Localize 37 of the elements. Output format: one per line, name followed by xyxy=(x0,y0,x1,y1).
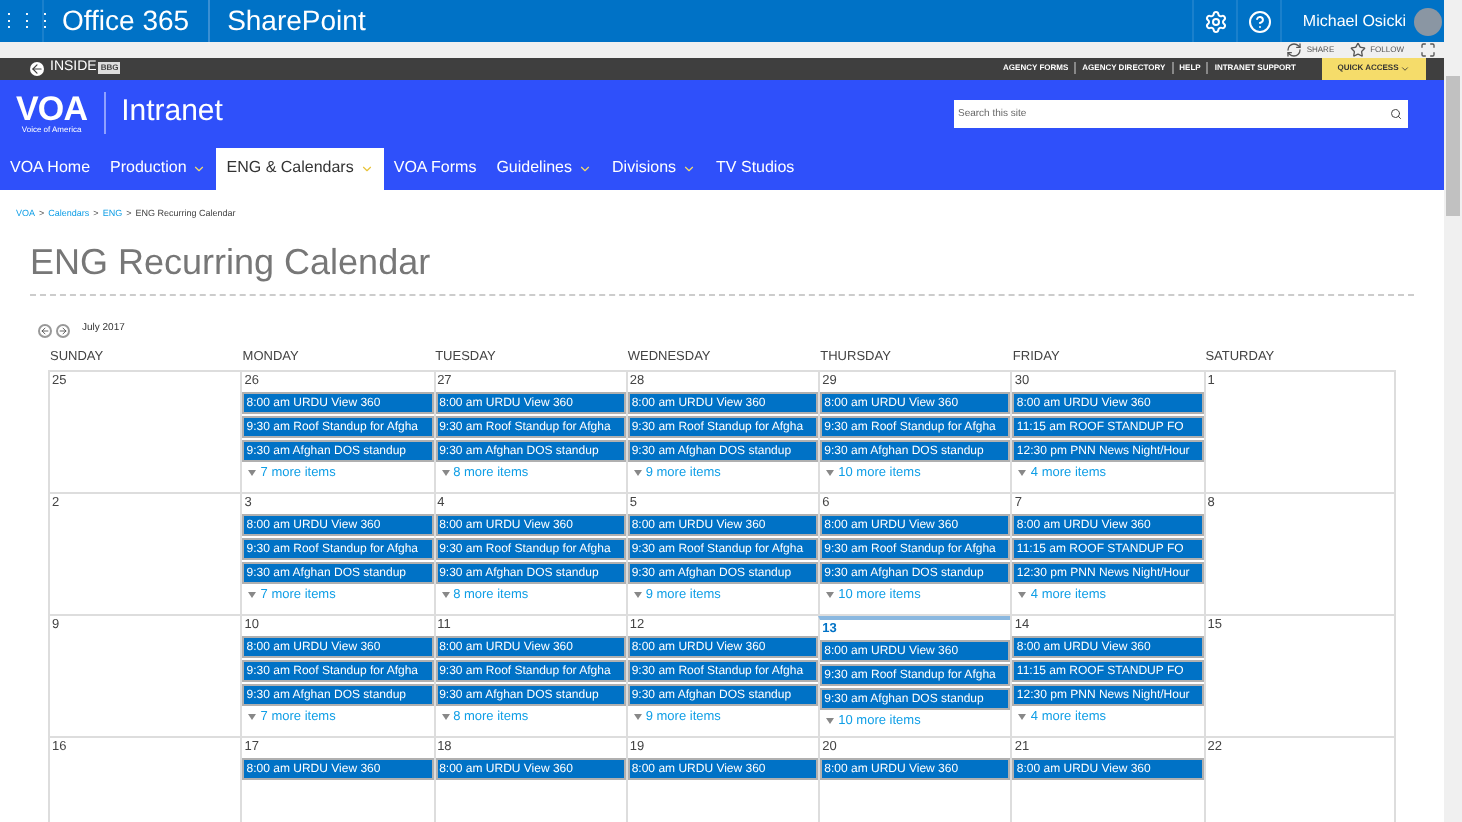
nav-tab[interactable]: VOA Home xyxy=(0,147,101,189)
help-icon xyxy=(1247,9,1272,33)
nav-tab[interactable]: TV Studios xyxy=(706,147,805,189)
caret-icon xyxy=(441,469,450,476)
site-title[interactable]: Intranet xyxy=(105,90,223,136)
caret-icon xyxy=(1018,713,1027,720)
search-icon[interactable] xyxy=(1390,107,1402,119)
caret-icon xyxy=(826,717,835,724)
back-icon[interactable] xyxy=(30,61,44,76)
previous-month-button[interactable] xyxy=(38,323,52,337)
page-title: ENG Recurring Calendar xyxy=(30,240,1414,297)
caret-icon xyxy=(441,713,450,720)
nav-tab[interactable]: Guidelines xyxy=(486,147,603,189)
caret-icon xyxy=(633,713,642,720)
caret-icon xyxy=(441,591,450,598)
next-month-button[interactable] xyxy=(56,323,70,337)
avatar-placeholder xyxy=(1414,7,1442,35)
caret-icon xyxy=(826,591,835,598)
caret-icon xyxy=(826,469,835,476)
nav-tab[interactable]: Divisions xyxy=(602,147,707,189)
caret-icon xyxy=(248,713,257,720)
caret-icon xyxy=(1400,63,1411,74)
caret-icon xyxy=(1018,469,1027,476)
caret-icon xyxy=(633,469,642,476)
star-icon xyxy=(1350,42,1367,58)
caret-icon xyxy=(248,469,257,476)
app-name: SharePoint xyxy=(225,2,368,40)
nav-tab[interactable]: Production xyxy=(100,147,217,189)
settings-icon xyxy=(1203,9,1228,33)
caret-icon xyxy=(633,591,642,598)
nav-tab[interactable]: VOA Forms xyxy=(383,147,487,189)
share-icon xyxy=(1286,42,1303,58)
scrollbar-thumb[interactable] xyxy=(1446,76,1460,216)
nav-tab[interactable]: ENG & Calendars xyxy=(216,147,384,189)
caret-icon xyxy=(248,591,257,598)
focus-icon[interactable] xyxy=(1420,42,1436,58)
caret-icon xyxy=(1018,591,1027,598)
